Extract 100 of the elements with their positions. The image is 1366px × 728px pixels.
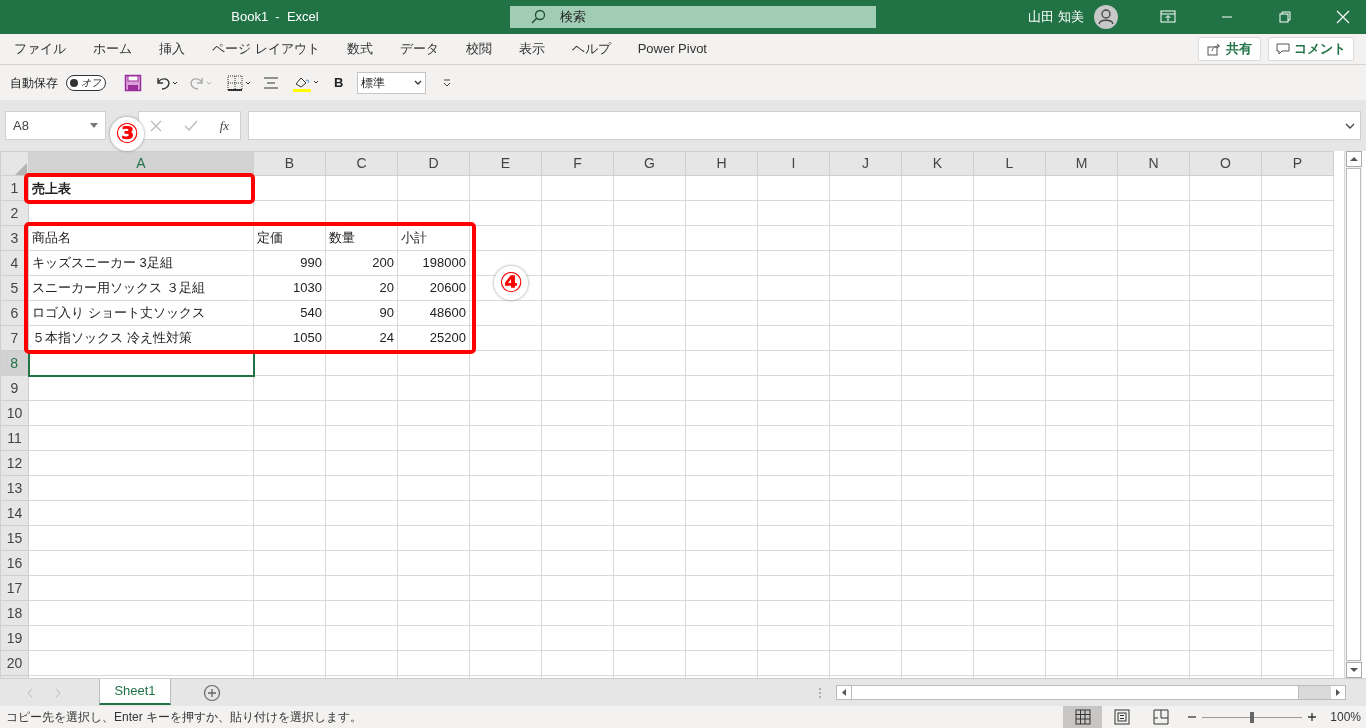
chevron-down-icon[interactable] <box>414 79 423 86</box>
column-header[interactable]: J <box>829 151 902 176</box>
search-field[interactable]: 検索 <box>510 6 876 28</box>
comment-icon[interactable] <box>1276 42 1290 56</box>
cell-text: 48600 <box>429 305 466 321</box>
close-icon[interactable] <box>1336 10 1350 24</box>
sheet-tab[interactable]: Sheet1 <box>99 679 171 705</box>
ribbon-tab[interactable]: 数式 <box>336 36 383 62</box>
row-header[interactable]: 9 <box>0 375 29 401</box>
cell-text: 商品名 <box>32 230 71 246</box>
scroll-left-icon[interactable] <box>837 686 851 699</box>
cell-text: ５本指ソックス 冷え性対策 <box>32 330 192 346</box>
column-header[interactable]: E <box>469 151 542 176</box>
column-header[interactable]: O <box>1189 151 1262 176</box>
cell-text: スニーカー用ソックス ３足組 <box>32 280 205 296</box>
formula-input[interactable] <box>248 111 1361 140</box>
ribbon-tab[interactable]: ヘルプ <box>561 36 621 62</box>
scroll-thumb[interactable] <box>851 686 1299 699</box>
ribbon-tab[interactable]: ファイル <box>4 36 76 62</box>
normal-view-button[interactable] <box>1063 706 1103 728</box>
ribbon-tab[interactable]: 表示 <box>508 36 555 62</box>
row-header[interactable]: 14 <box>0 500 29 526</box>
customize-toolbar-icon[interactable] <box>442 77 453 88</box>
dropdown-icon[interactable] <box>90 123 98 128</box>
column-header[interactable]: F <box>541 151 614 176</box>
status-message: コピー先を選択し、Enter キーを押すか、貼り付けを選択します。 <box>6 709 362 726</box>
cell-text: 198000 <box>422 255 466 271</box>
expand-icon[interactable] <box>1345 122 1355 129</box>
cell-text: ロゴ入り ショート丈ソックス <box>32 305 205 321</box>
ribbon-tab[interactable]: ページ レイアウト <box>202 36 330 62</box>
ribbon-tab[interactable]: データ <box>389 36 449 62</box>
comment-button[interactable]: コメント <box>1268 37 1354 61</box>
row-header[interactable]: 19 <box>0 625 29 651</box>
autosave-toggle[interactable]: オフ <box>66 74 106 91</box>
column-header[interactable]: M <box>1045 151 1118 176</box>
row-header[interactable]: 8 <box>0 350 29 376</box>
cell-text: 990 <box>300 255 322 271</box>
horizontal-scrollbar[interactable] <box>836 685 1346 700</box>
ribbon-tab[interactable]: ホーム <box>83 36 142 62</box>
borders-icon[interactable] <box>226 73 252 92</box>
cell-text: 売上表 <box>32 180 71 196</box>
column-header[interactable]: D <box>397 151 470 176</box>
row-header[interactable]: 12 <box>0 450 29 476</box>
column-header[interactable]: K <box>901 151 974 176</box>
row-header[interactable]: 18 <box>0 600 29 626</box>
share-icon[interactable] <box>1207 42 1221 56</box>
scroll-right-icon[interactable] <box>1331 686 1345 699</box>
scroll-down-icon[interactable] <box>1345 662 1362 678</box>
row-header[interactable]: 20 <box>0 650 29 676</box>
autosave-label: 自動保存 <box>10 74 58 92</box>
cell-text: 定価 <box>257 230 283 246</box>
column-header[interactable]: C <box>325 151 398 176</box>
row-header[interactable]: 2 <box>0 200 29 226</box>
page-layout-icon[interactable] <box>1113 709 1130 725</box>
share-button[interactable]: 共有 <box>1198 37 1261 61</box>
column-header[interactable]: H <box>685 151 758 176</box>
bold-button[interactable]: B <box>334 72 344 93</box>
column-header[interactable]: G <box>613 151 686 176</box>
ribbon-tab[interactable]: 挿入 <box>149 36 195 62</box>
row-header[interactable]: 15 <box>0 525 29 551</box>
column-header[interactable]: A <box>28 151 254 176</box>
zoom-slider[interactable] <box>1202 711 1303 723</box>
search-icon[interactable] <box>530 9 546 25</box>
vertical-scrollbar[interactable] <box>1344 151 1362 678</box>
row-header[interactable]: 11 <box>0 425 29 451</box>
restore-icon[interactable] <box>1279 11 1291 23</box>
cell-text: 数量 <box>329 230 355 246</box>
insert-function-button[interactable]: fx <box>219 115 230 136</box>
cell-text: 1050 <box>293 330 322 346</box>
zoom-level[interactable]: 100% <box>1330 708 1361 726</box>
cell-text: 20600 <box>429 280 466 296</box>
save-icon[interactable] <box>124 73 142 92</box>
number-format-dropdown[interactable]: 標準 <box>357 71 427 94</box>
add-sheet-icon[interactable] <box>203 683 221 702</box>
avatar-icon[interactable] <box>1094 5 1118 29</box>
cell-text: 20 <box>379 280 394 296</box>
page-break-icon[interactable] <box>1152 709 1169 725</box>
column-header[interactable]: N <box>1117 151 1190 176</box>
row-header[interactable]: 16 <box>0 550 29 576</box>
column-header[interactable]: I <box>757 151 830 176</box>
column-header[interactable]: B <box>253 151 326 176</box>
row-header[interactable]: 17 <box>0 575 29 601</box>
cell-text: 小計 <box>401 230 427 246</box>
ribbon-display-icon[interactable] <box>1160 10 1176 24</box>
cell-text: 540 <box>300 305 322 321</box>
normal-view-icon[interactable] <box>1074 709 1091 725</box>
name-box[interactable]: A8 <box>5 111 106 140</box>
window-title: Book1 - Excel <box>230 8 320 27</box>
cell-text: キッズスニーカー 3足組 <box>32 255 173 271</box>
cell-text: 25200 <box>429 330 466 346</box>
column-header[interactable]: L <box>973 151 1046 176</box>
zoom-in-icon[interactable] <box>1307 712 1318 722</box>
ribbon-tab[interactable]: 校閲 <box>455 36 502 62</box>
row-header[interactable]: 10 <box>0 400 29 426</box>
row-header[interactable]: 13 <box>0 475 29 501</box>
ribbon-tab[interactable]: Power Pivot <box>627 36 717 62</box>
scroll-thumb[interactable] <box>1346 168 1361 661</box>
cell-text: 90 <box>379 305 394 321</box>
column-header[interactable]: P <box>1261 151 1334 176</box>
scroll-up-icon[interactable] <box>1345 151 1362 167</box>
